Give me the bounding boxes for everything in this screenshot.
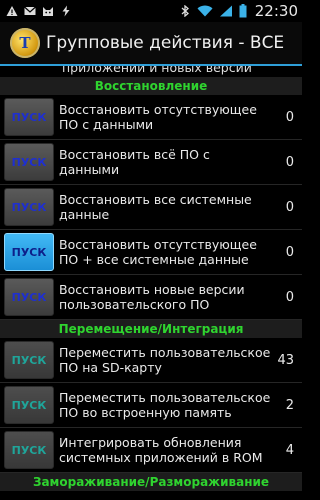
action-label: Интегрировать обновления системных прило…: [59, 435, 263, 465]
item-count: 0: [285, 109, 294, 125]
item-count: 0: [285, 244, 294, 260]
screen-title: Групповые действия - ВСЕ: [46, 33, 285, 53]
usb-icon: [62, 5, 70, 17]
item-count: 0: [285, 289, 294, 305]
action-label: Переместить пользовательское ПО на SD-ка…: [59, 345, 271, 375]
list-item: ПУСК Интегрировать обновления системных …: [0, 428, 302, 473]
item-count: 0: [285, 199, 294, 215]
list-item: ПУСК Восстановить отсутствующее ПО с дан…: [0, 95, 302, 140]
section-header-freeze: Замораживание/Размораживание: [0, 473, 302, 491]
item-count: 43: [277, 352, 294, 368]
list-item: ПУСК Переместить пользовательское ПО во …: [0, 383, 302, 428]
start-button[interactable]: ПУСК: [4, 143, 54, 181]
list-item: ПУСК Восстановить всё ПО с данными 0: [0, 140, 302, 185]
app-icon[interactable]: T: [10, 28, 40, 58]
action-label: Переместить пользовательское ПО во встро…: [59, 390, 271, 420]
start-button[interactable]: ПУСК: [4, 386, 54, 424]
list-item: ПУСК Восстановить все системные данные 0: [0, 185, 302, 230]
list-item: ПУСК Восстановить новые версии пользоват…: [0, 275, 302, 320]
section-header-move-integrate: Перемещение/Интеграция: [0, 320, 302, 338]
bluetooth-icon: [181, 5, 189, 17]
action-label: Восстановить отсутствующее ПО + все сист…: [59, 237, 257, 267]
cat-icon: [43, 7, 53, 16]
warning-icon: [6, 6, 18, 16]
gmail-icon: [24, 6, 36, 15]
item-count: 4: [285, 442, 294, 458]
action-label: Восстановить всё ПО с данными: [59, 147, 210, 177]
action-label: Восстановить все системные данные: [59, 192, 252, 222]
actions-list[interactable]: приложении и новых версии Восстановление…: [0, 66, 302, 500]
list-item: ПУСК Восстановить отсутствующее ПО + все…: [0, 230, 302, 275]
list-item: ПУСК Переместить пользовательское ПО на …: [0, 338, 302, 383]
item-count: 0: [285, 154, 294, 170]
battery-icon: [239, 4, 247, 18]
section-header-restore: Восстановление: [0, 77, 302, 95]
signal-icon: [219, 5, 232, 17]
status-bar: 22:30: [0, 0, 302, 22]
item-count: 2: [285, 397, 294, 413]
start-button[interactable]: ПУСК: [4, 341, 54, 379]
start-button[interactable]: ПУСК: [4, 278, 54, 316]
action-label: Восстановить отсутствующее ПО с данными: [59, 102, 257, 132]
start-button[interactable]: ПУСК: [4, 431, 54, 469]
partial-row-label: приложении и новых версии: [62, 66, 252, 75]
action-label: Восстановить новые версии пользовательск…: [59, 282, 245, 312]
clock: 22:30: [254, 2, 298, 20]
start-button[interactable]: ПУСК: [4, 98, 54, 136]
start-button[interactable]: ПУСК: [4, 188, 54, 226]
wifi-icon: [197, 5, 213, 17]
action-bar: T Групповые действия - ВСЕ: [0, 22, 302, 66]
partial-row: приложении и новых версии: [0, 66, 302, 77]
start-button[interactable]: ПУСК: [4, 233, 54, 271]
